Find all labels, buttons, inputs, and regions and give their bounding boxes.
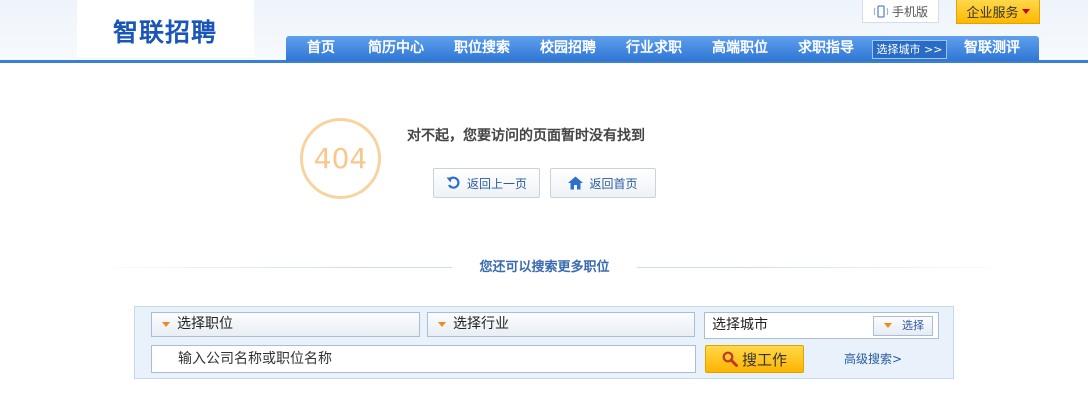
enterprise-label: 企业服务 [966,6,1019,21]
mobile-version-link[interactable]: 手机版 [862,0,939,23]
industry-select[interactable]: 选择行业 [427,312,695,337]
home-icon [568,176,584,190]
error-code-circle: 404 [300,118,381,199]
mobile-phone-icon [873,4,889,18]
back-button[interactable]: 返回上一页 [433,168,540,198]
back-arrow-icon [446,176,460,189]
dropdown-arrow-icon [438,322,446,327]
industry-select-label: 选择行业 [453,316,509,332]
dropdown-arrow-icon [884,323,892,328]
search-icon [722,351,738,367]
advanced-search-link[interactable]: 高级搜索> [844,350,902,367]
enterprise-service-button[interactable]: 企业服务 [956,0,1040,24]
nav-item-guidance[interactable]: 求职指导 [798,36,854,61]
more-jobs-heading: 您还可以搜索更多职位 [452,257,637,279]
job-select-label: 选择职位 [177,316,233,332]
nav-item-resume[interactable]: 简历中心 [368,36,424,61]
search-button-label: 搜工作 [741,350,787,369]
nav-item-campus[interactable]: 校园招聘 [540,36,596,61]
nav-item-senior[interactable]: 高端职位 [712,36,768,61]
city-select-button[interactable]: 选择 [873,316,933,336]
nav-item-home[interactable]: 首页 [307,36,335,61]
error-code: 404 [313,142,368,175]
dropdown-arrow-icon [162,322,170,327]
keyword-input[interactable] [151,345,696,373]
logo[interactable]: 智联招聘 [77,0,254,57]
error-message: 对不起，您要访问的页面暂时没有找到 [407,128,645,144]
nav-item-assessment[interactable]: 智联测评 [964,36,1020,61]
mobile-label: 手机版 [891,4,928,19]
job-category-select[interactable]: 选择职位 [151,312,420,337]
nav-city-selector[interactable]: 选择城市 >> [872,40,947,59]
search-jobs-button[interactable]: 搜工作 [705,345,804,373]
city-button-label: 选择 [902,319,924,332]
main-nav: 首页 简历中心 职位搜索 校园招聘 行业求职 高端职位 求职指导 选择城市 >>… [286,36,1039,61]
back-label: 返回上一页 [466,176,527,191]
city-value: 选择城市 [712,317,768,333]
home-label: 返回首页 [589,176,638,191]
caret-down-icon [1021,9,1030,14]
nav-item-job-search[interactable]: 职位搜索 [454,36,510,61]
home-button[interactable]: 返回首页 [550,168,656,198]
logo-text: 智联招聘 [113,18,218,47]
nav-item-industry[interactable]: 行业求职 [626,36,682,61]
